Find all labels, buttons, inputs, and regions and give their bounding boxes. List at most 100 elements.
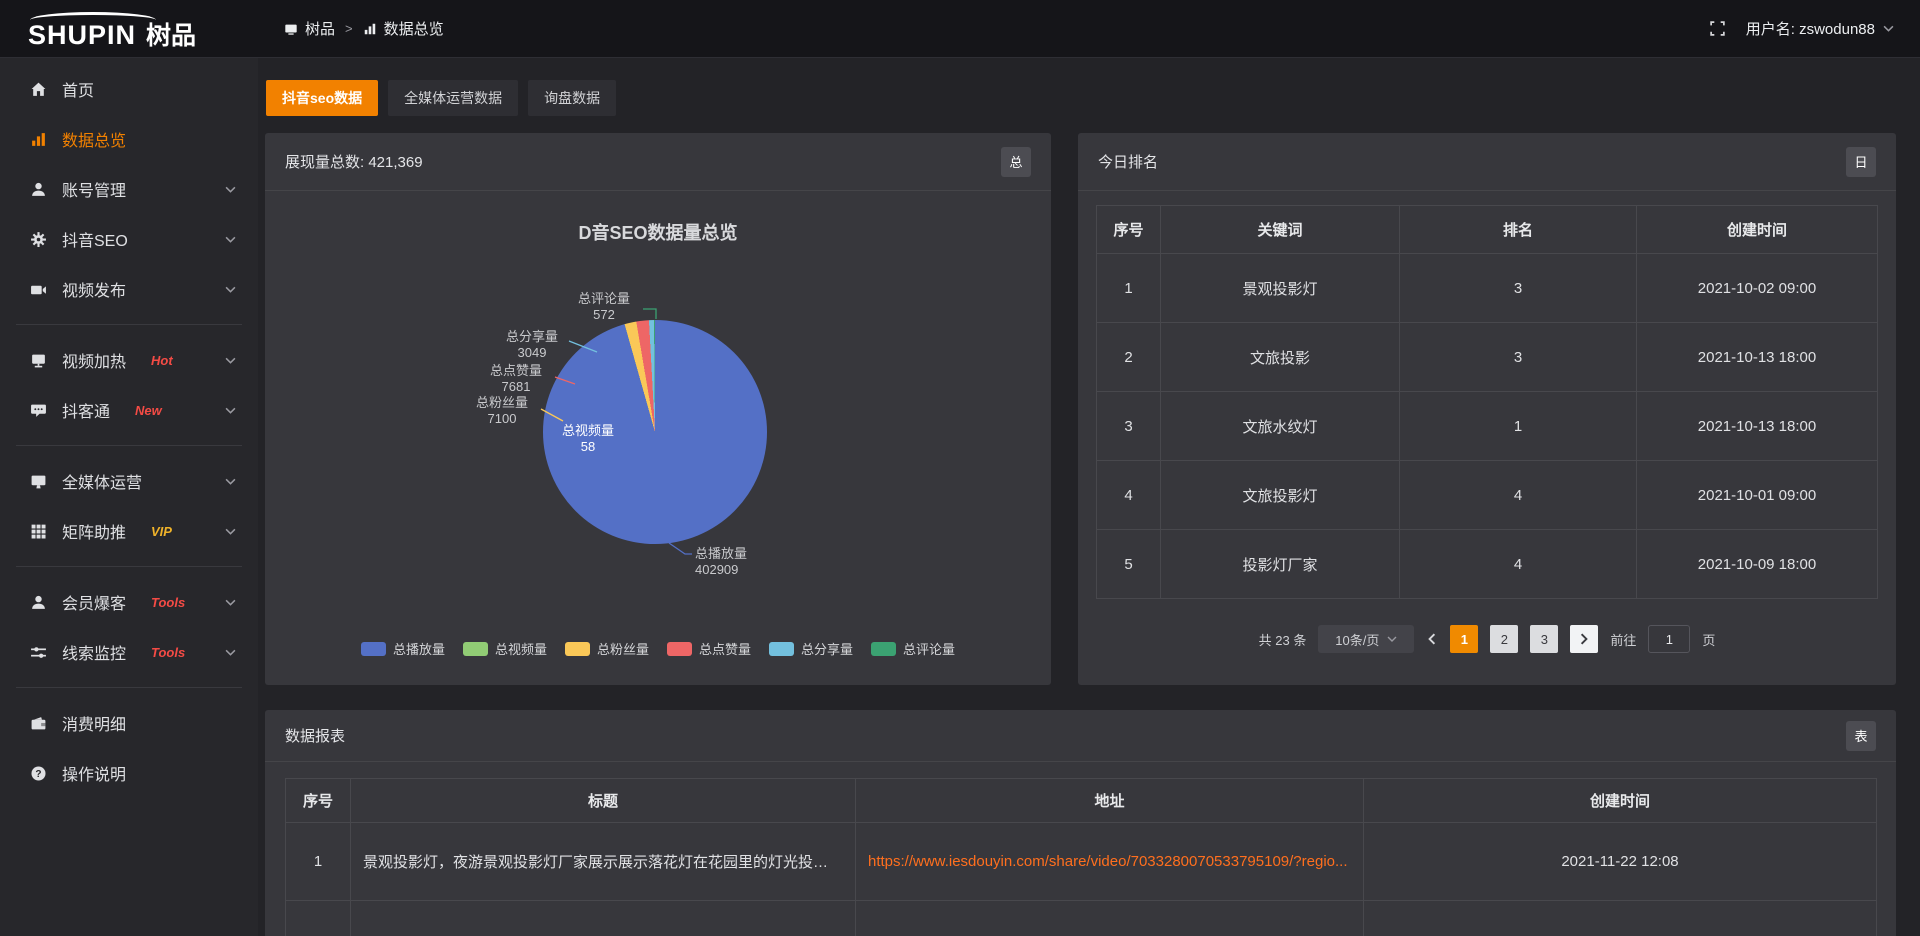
sidebar-item-video-publish[interactable]: 视频发布	[0, 264, 258, 314]
col-header-index: 序号	[1097, 206, 1161, 254]
sidebar-item-label: 视频发布	[62, 277, 126, 301]
tab-inquiry-data[interactable]: 询盘数据	[528, 80, 616, 116]
legend-swatch	[463, 642, 488, 656]
cell-created: 2021-10-13 18:00	[1637, 323, 1878, 392]
legend-item[interactable]: 总点赞量	[667, 639, 751, 658]
pie-label-plays: 总播放量 402909	[695, 546, 785, 578]
fullscreen-icon[interactable]	[1709, 20, 1726, 37]
goto-label: 前往	[1610, 630, 1636, 649]
ranking-card: 今日排名 日 序号 关键词 排名 创建时间 1 景观投影灯	[1078, 133, 1896, 685]
page-button-3[interactable]: 3	[1530, 625, 1558, 653]
user-menu[interactable]: 用户名: zswodun88	[1746, 18, 1894, 39]
data-tabs: 抖音seo数据 全媒体运营数据 询盘数据	[266, 80, 616, 116]
top-bar-right: 用户名: zswodun88	[1709, 18, 1920, 39]
sidebar-item-label: 线索监控	[62, 640, 126, 664]
table-row[interactable]: 2 文旅投影 3 2021-10-13 18:00	[1097, 323, 1878, 392]
overview-card-header: 展现量总数: 421,369 总	[265, 133, 1051, 191]
page-button-1[interactable]: 1	[1450, 625, 1478, 653]
legend-swatch	[871, 642, 896, 656]
sidebar-item-matrix-boost[interactable]: 矩阵助推 VIP	[0, 506, 258, 556]
legend-label: 总点赞量	[699, 639, 751, 658]
chevron-down-icon	[225, 357, 236, 364]
table-row[interactable]: 5 投影灯厂家 4 2021-10-09 18:00	[1097, 530, 1878, 599]
chevron-down-icon	[225, 528, 236, 535]
sidebar-divider	[16, 566, 242, 567]
sidebar-item-home[interactable]: 首页	[0, 64, 258, 114]
cell-index: 1	[1097, 254, 1161, 323]
sidebar-item-douketong[interactable]: 抖客通 New	[0, 385, 258, 435]
sidebar-item-account[interactable]: 账号管理	[0, 164, 258, 214]
table-row[interactable]: 1 景观投影灯 3 2021-10-02 09:00	[1097, 254, 1878, 323]
tab-omnimedia-data[interactable]: 全媒体运营数据	[388, 80, 518, 116]
tab-douyin-seo[interactable]: 抖音seo数据	[266, 80, 378, 116]
cell-index: 2	[1097, 323, 1161, 392]
sidebar-divider	[16, 324, 242, 325]
next-page-button[interactable]	[1570, 625, 1598, 653]
legend-item[interactable]: 总粉丝量	[565, 639, 649, 658]
table-view-button[interactable]: 表	[1846, 721, 1876, 751]
cell-rank: 1	[1400, 392, 1637, 461]
table-row[interactable]: 1 景观投影灯，夜游景观投影灯厂家展示展示落花灯在花园里的灯光投影应用效果 # …	[286, 823, 1877, 901]
legend-label: 总粉丝量	[597, 639, 649, 658]
sidebar-item-member-baoke[interactable]: 会员爆客 Tools	[0, 577, 258, 627]
cell-rank: 4	[1400, 530, 1637, 599]
table-header-row: 序号 关键词 排名 创建时间	[1097, 206, 1878, 254]
page-size-value: 10条/页	[1335, 630, 1379, 649]
sidebar: 首页 数据总览 账号管理 抖音SEO 视频发布 视频加热 Hot 抖客通 New…	[0, 58, 258, 936]
col-header-url: 地址	[856, 779, 1364, 823]
col-header-created: 创建时间	[1637, 206, 1878, 254]
breadcrumb-item-home[interactable]: 树品	[284, 18, 335, 39]
breadcrumb-label: 数据总览	[384, 18, 444, 39]
legend-swatch	[667, 642, 692, 656]
cell-keyword: 文旅投影	[1161, 323, 1400, 392]
pagination-total: 共 23 条	[1259, 630, 1307, 649]
legend-item[interactable]: 总分享量	[769, 639, 853, 658]
breadcrumb: 树品 > 数据总览	[284, 18, 444, 39]
app-window-icon	[284, 22, 298, 36]
prev-page-icon[interactable]	[1426, 633, 1438, 645]
gear-icon	[30, 231, 47, 248]
pie-label-likes: 总点赞量 7681	[477, 363, 555, 395]
total-view-button[interactable]: 总	[1001, 147, 1031, 177]
bar-chart-icon	[363, 22, 377, 36]
sidebar-item-lead-monitor[interactable]: 线索监控 Tools	[0, 627, 258, 677]
slice-name: 总粉丝量	[463, 395, 541, 411]
bar-chart-icon	[30, 131, 47, 148]
grid-icon	[30, 523, 47, 540]
col-header-created: 创建时间	[1364, 779, 1877, 823]
sidebar-item-instructions[interactable]: ? 操作说明	[0, 748, 258, 798]
slice-value: 7100	[463, 411, 541, 427]
table-row[interactable]	[286, 901, 1877, 936]
slice-value: 3049	[493, 345, 571, 361]
chevron-down-icon	[225, 236, 236, 243]
table-row[interactable]: 3 文旅水纹灯 1 2021-10-13 18:00	[1097, 392, 1878, 461]
daily-view-button[interactable]: 日	[1846, 147, 1876, 177]
cell-rank: 4	[1400, 461, 1637, 530]
col-header-rank: 排名	[1400, 206, 1637, 254]
chevron-down-icon	[1883, 25, 1894, 32]
breadcrumb-item-current[interactable]: 数据总览	[363, 18, 444, 39]
chevron-down-icon	[1387, 636, 1397, 642]
sidebar-item-consumption[interactable]: 消费明细	[0, 698, 258, 748]
page-size-select[interactable]: 10条/页	[1318, 625, 1414, 653]
goto-page-input[interactable]	[1648, 625, 1690, 653]
legend-item[interactable]: 总评论量	[871, 639, 955, 658]
legend-label: 总视频量	[495, 639, 547, 658]
sidebar-item-label: 全媒体运营	[62, 469, 142, 493]
legend-item[interactable]: 总播放量	[361, 639, 445, 658]
sidebar-item-label: 消费明细	[62, 711, 126, 735]
table-row[interactable]: 4 文旅投影灯 4 2021-10-01 09:00	[1097, 461, 1878, 530]
cell-title: 景观投影灯，夜游景观投影灯厂家展示展示落花灯在花园里的灯光投影应用效果 #	[351, 823, 856, 901]
cell-video-link[interactable]: https://www.iesdouyin.com/share/video/70…	[856, 823, 1364, 901]
sidebar-item-douyin-seo[interactable]: 抖音SEO	[0, 214, 258, 264]
svg-text:?: ?	[35, 768, 41, 779]
sidebar-item-video-heating[interactable]: 视频加热 Hot	[0, 335, 258, 385]
vip-badge: VIP	[151, 524, 172, 539]
page-button-2[interactable]: 2	[1490, 625, 1518, 653]
sidebar-item-omnimedia[interactable]: 全媒体运营	[0, 456, 258, 506]
chevron-down-icon	[225, 407, 236, 414]
legend-item[interactable]: 总视频量	[463, 639, 547, 658]
sidebar-item-label: 视频加热	[62, 348, 126, 372]
sidebar-item-data-overview[interactable]: 数据总览	[0, 114, 258, 164]
sidebar-divider	[16, 687, 242, 688]
